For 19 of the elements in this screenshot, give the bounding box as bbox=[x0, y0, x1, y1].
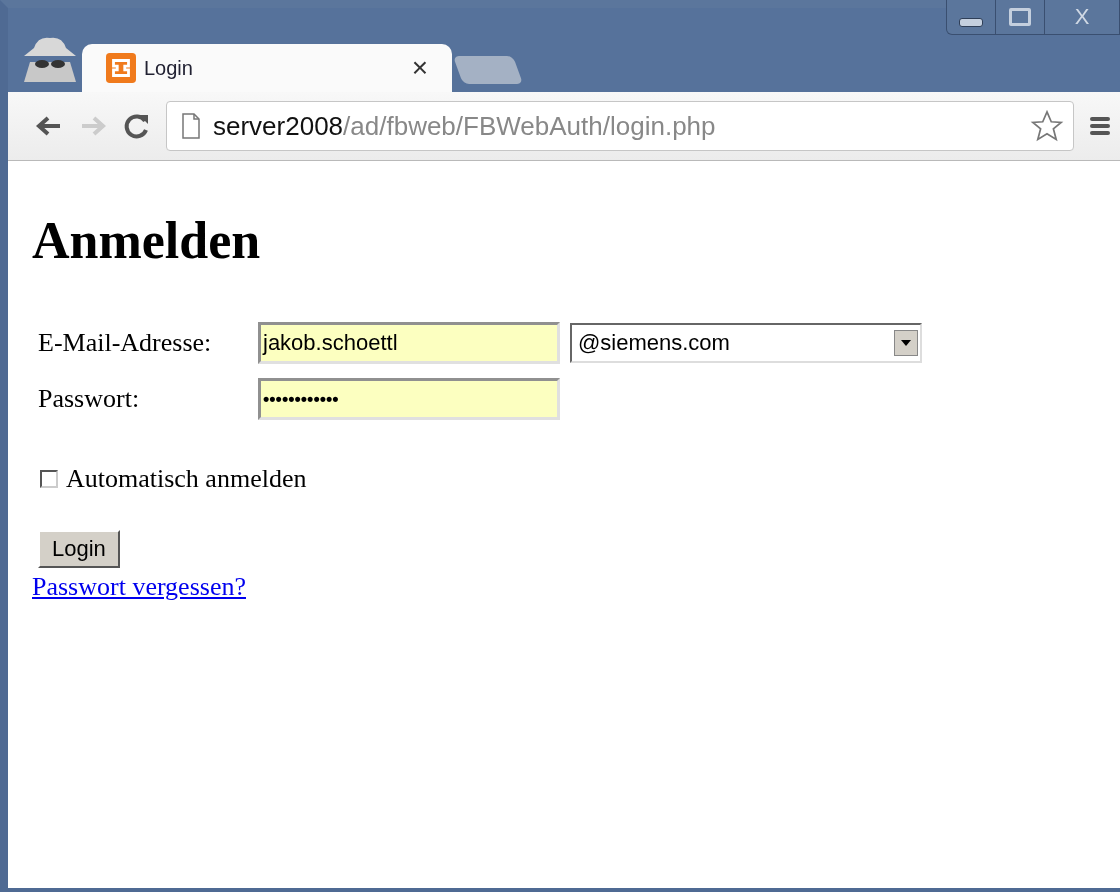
favicon-icon bbox=[106, 53, 136, 83]
page-icon bbox=[181, 113, 201, 139]
tab-close-button[interactable]: × bbox=[411, 52, 428, 84]
auto-login-label: Automatisch anmelden bbox=[66, 464, 307, 494]
tab-title: Login bbox=[144, 56, 194, 80]
address-bar[interactable]: server2008/ad/fbweb/FBWebAuth/login.php bbox=[166, 101, 1074, 151]
page-heading: Anmelden bbox=[32, 211, 262, 270]
login-button[interactable]: Login bbox=[38, 530, 120, 568]
browser-tab[interactable]: Login × bbox=[82, 44, 452, 92]
email-label: E-Mail-Adresse: bbox=[38, 328, 213, 358]
password-label: Passwort: bbox=[38, 384, 141, 414]
email-field[interactable]: jakob.schoettl bbox=[258, 322, 560, 364]
domain-dropdown[interactable]: @siemens.com bbox=[570, 323, 922, 363]
auto-login-checkbox[interactable] bbox=[40, 470, 58, 488]
url-text: server2008/ad/fbweb/FBWebAuth/login.php bbox=[213, 110, 717, 142]
forgot-password-link[interactable]: Passwort vergessen? bbox=[32, 572, 246, 602]
password-field[interactable]: •••••••••••• bbox=[258, 378, 560, 420]
menu-icon[interactable] bbox=[1088, 114, 1112, 138]
star-icon[interactable] bbox=[1029, 109, 1065, 143]
